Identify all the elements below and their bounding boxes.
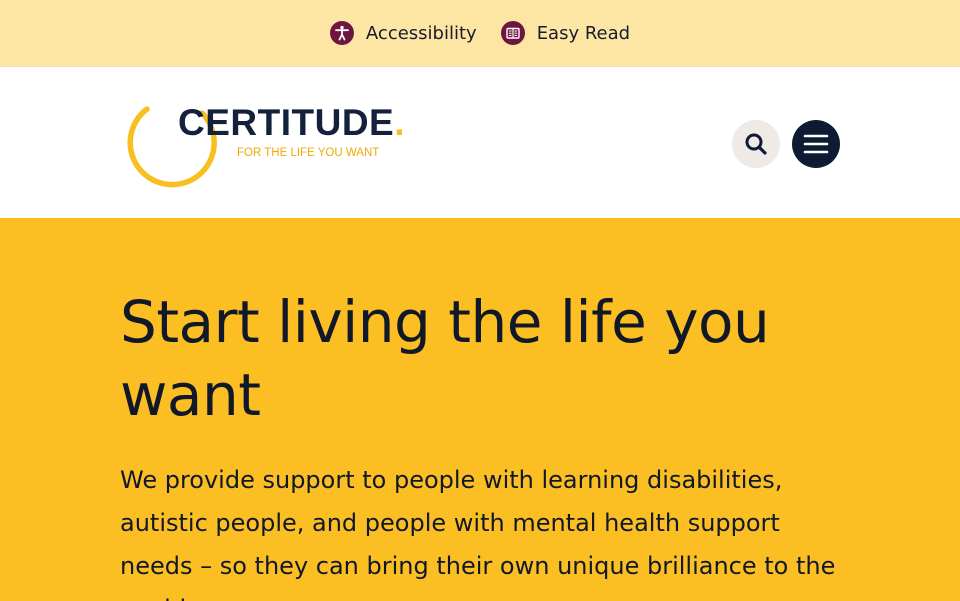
easy-read-label: Easy Read <box>536 22 631 44</box>
accessibility-icon <box>329 21 354 45</box>
book-icon <box>500 21 525 45</box>
hero-description: We provide support to people with learni… <box>120 466 836 601</box>
logo-dot: . <box>394 102 406 143</box>
site-header: CERTITUDE. FOR THE LIFE YOU WANT <box>0 67 960 218</box>
logo-wordmark: CERTITUDE. <box>178 102 405 144</box>
utility-bar: Accessibility Easy Read <box>0 0 960 67</box>
hamburger-menu-icon <box>803 134 829 154</box>
certitude-logo[interactable]: CERTITUDE. FOR THE LIFE YOU WANT <box>126 97 406 189</box>
accessibility-link[interactable]: Accessibility <box>329 21 477 45</box>
menu-button[interactable] <box>792 120 840 168</box>
hero-section: Start living the life you want We provid… <box>0 218 960 601</box>
hero-title: Start living the life you want <box>120 288 770 429</box>
logo-name: CERTITUDE <box>178 102 395 143</box>
accessibility-label: Accessibility <box>365 22 477 44</box>
logo-tagline: FOR THE LIFE YOU WANT <box>237 147 380 159</box>
search-button[interactable] <box>732 120 780 168</box>
easy-read-link[interactable]: Easy Read <box>500 21 631 45</box>
search-icon <box>745 133 767 155</box>
